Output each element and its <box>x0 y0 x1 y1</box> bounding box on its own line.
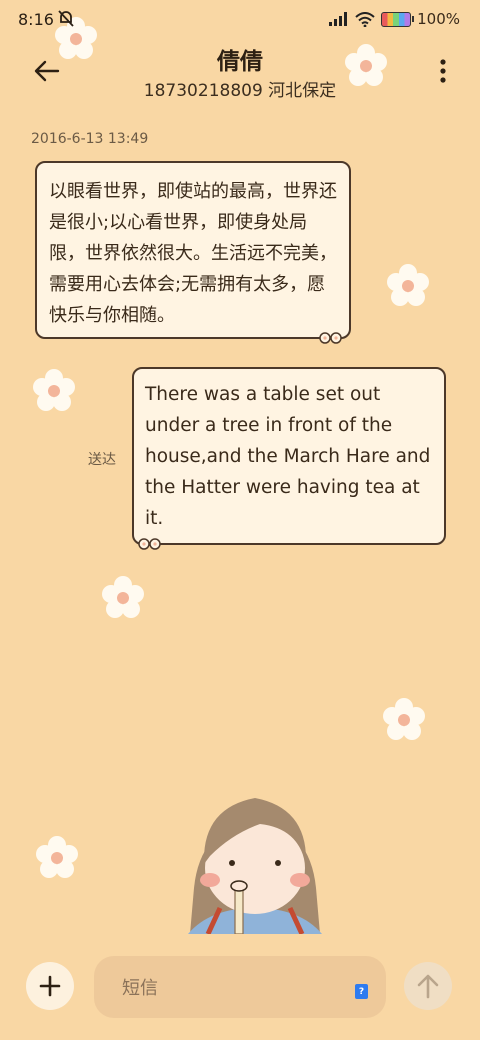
battery-percent: 100% <box>417 10 460 28</box>
flower-icon <box>102 576 144 618</box>
message-input-placeholder: 短信 <box>122 978 158 999</box>
add-attachment-button[interactable] <box>26 962 74 1010</box>
flower-icon <box>33 369 75 411</box>
send-button[interactable] <box>404 962 452 1010</box>
contact-name: 倩倩 <box>217 49 263 75</box>
battery-icon <box>381 11 415 27</box>
message-timestamp: 2016-6-13 13:49 <box>31 131 149 147</box>
girl-illustration <box>188 798 322 934</box>
plus-icon <box>39 975 61 997</box>
conversation-header: 倩倩 18730218809 河北保定 <box>0 40 480 105</box>
signal-icon <box>329 12 348 26</box>
message-input[interactable]: 短信 ? <box>94 956 386 1018</box>
flower-icon <box>138 538 161 550</box>
flower-icon <box>319 332 342 344</box>
more-vert-icon[interactable] <box>436 56 450 86</box>
flower-icon <box>383 698 425 740</box>
contact-detail: 18730218809 河北保定 <box>143 81 337 101</box>
outgoing-message-bubble[interactable]: There was a table set out under a tree i… <box>132 367 446 550</box>
flower-icon <box>36 836 78 878</box>
mute-icon <box>58 10 74 27</box>
status-time: 8:16 <box>18 10 54 29</box>
composer-bar: 短信 ? <box>0 940 480 1040</box>
flower-icon <box>387 264 429 306</box>
wifi-icon <box>355 11 375 27</box>
incoming-message-bubble[interactable]: 以眼看世界，即使站的最高，世界还是很小;以心看世界，即使身处局限，世界依然很大。… <box>35 161 351 344</box>
incoming-message-text: 以眼看世界，即使站的最高，世界还是很小;以心看世界，即使身处局限，世界依然很大。… <box>49 181 337 326</box>
status-bar: 8:16 100% <box>0 0 480 40</box>
delivery-status: 送达 <box>88 452 116 468</box>
send-arrow-icon <box>417 974 439 999</box>
sim-card-icon[interactable]: ? <box>355 984 368 999</box>
outgoing-message-text: There was a table set out under a tree i… <box>145 384 431 529</box>
